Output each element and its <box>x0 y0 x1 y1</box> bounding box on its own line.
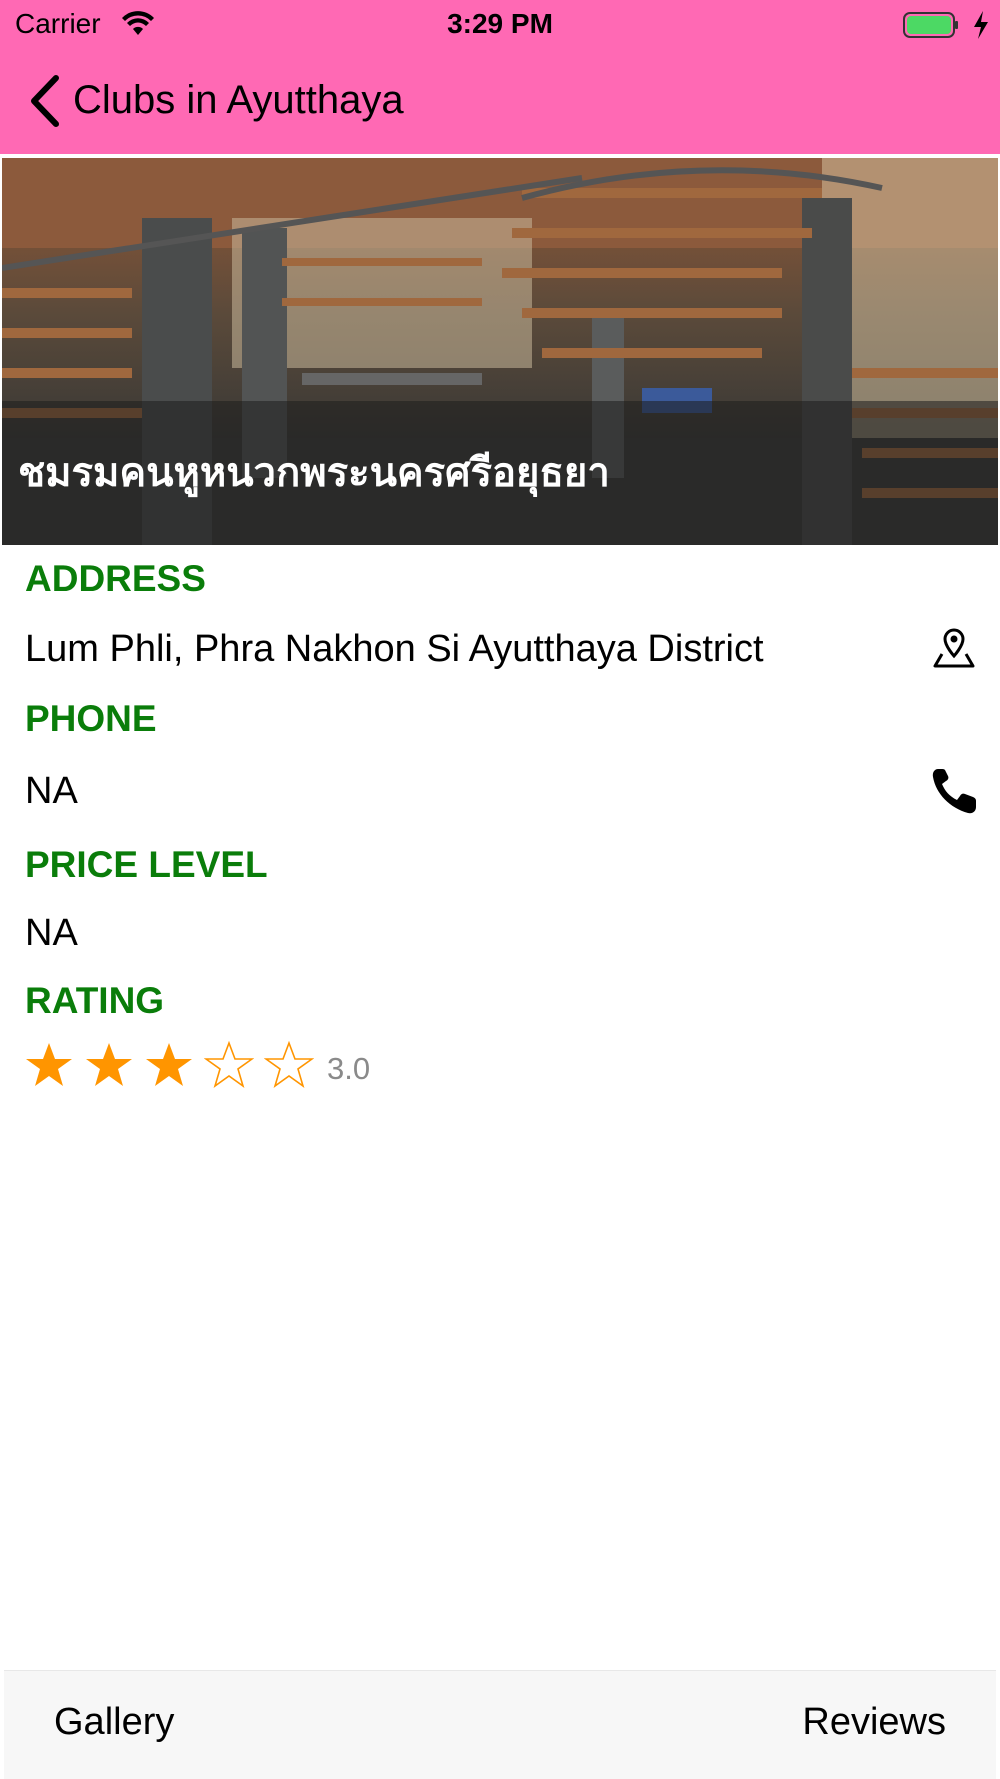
bottom-bar: Gallery Reviews <box>4 1670 996 1779</box>
phone-icon[interactable] <box>930 766 978 816</box>
back-chevron-icon[interactable] <box>26 74 62 128</box>
star-filled-icon <box>26 1043 72 1086</box>
price-level-label: PRICE LEVEL <box>25 844 268 885</box>
star-filled-icon <box>86 1043 132 1086</box>
address-value: Lum Phli, Phra Nakhon Si Ayutthaya Distr… <box>25 628 764 670</box>
status-bar: Carrier 3:29 PM <box>0 0 1000 50</box>
top-bar: Carrier 3:29 PM Clubs in Ayutthaya <box>0 0 1000 154</box>
gallery-button[interactable]: Gallery <box>54 1701 174 1744</box>
reviews-button[interactable]: Reviews <box>802 1701 946 1744</box>
star-empty-icon <box>204 1040 254 1088</box>
charging-icon <box>974 11 988 39</box>
navigation-bar: Clubs in Ayutthaya <box>0 50 1000 154</box>
address-label: ADDRESS <box>25 558 206 599</box>
place-title: ชมรมคนหูหนวกพระนครศรีอยุธยา <box>18 450 610 496</box>
map-pin-icon[interactable] <box>932 626 976 670</box>
price-level-value: NA <box>25 912 78 954</box>
back-button[interactable]: Clubs in Ayutthaya <box>73 78 404 123</box>
rating-value: 3.0 <box>327 1051 371 1086</box>
phone-label: PHONE <box>25 698 157 739</box>
star-filled-icon <box>146 1043 192 1086</box>
phone-value: NA <box>25 770 78 812</box>
battery-icon <box>903 12 958 38</box>
status-time: 3:29 PM <box>447 8 553 39</box>
rating-label: RATING <box>25 980 165 1021</box>
star-empty-icon <box>264 1040 314 1088</box>
